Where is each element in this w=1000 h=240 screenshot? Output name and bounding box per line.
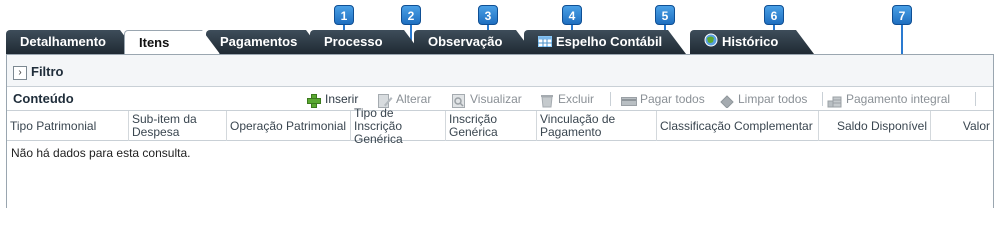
tab-detalhamento[interactable]: Detalhamento [6,30,138,54]
trash-icon [539,92,555,108]
edit-label: Alterar [396,92,432,106]
tab-itens[interactable]: Itens [124,30,220,54]
pay-all-button[interactable]: Pagar todos [621,87,705,111]
tab-pagamentos[interactable]: Pagamentos [206,30,324,54]
delete-label: Excluir [558,92,595,106]
tab-label: Detalhamento [20,34,106,49]
column-header[interactable]: Inscrição Genérica [446,111,537,141]
callout-marker-1: 1 [334,5,354,25]
callout-marker-6: 6 [764,5,784,25]
insert-label: Inserir [325,92,359,106]
clear-all-button[interactable]: Limpar todos [719,87,807,111]
view-icon [451,92,467,108]
toolbar-separator [975,92,976,106]
column-header[interactable]: Tipo de Inscrição Genérica [351,106,446,145]
tab-processo[interactable]: Processo [310,30,422,54]
eraser-icon [719,92,735,109]
column-header[interactable]: Operação Patrimonial [227,111,351,141]
tab-observacao[interactable]: Observação [414,30,534,54]
globe-icon [704,31,718,55]
insert-button[interactable]: Inserir [306,87,358,111]
column-header[interactable]: Saldo Disponível [819,111,931,141]
tab-label: Espelho Contábil [556,34,663,49]
callout-marker-5: 5 [655,5,675,25]
coins-icon [827,92,843,108]
plus-icon [306,92,322,108]
card-icon [621,92,637,106]
callout-marker-7: 7 [892,5,912,25]
tab-label: Itens [139,35,170,50]
items-panel: › Filtro Conteúdo Inserir Alterar Visual… [6,54,994,208]
tab-label: Pagamentos [220,34,298,49]
content-title: Conteúdo [13,91,74,106]
tab-label: Processo [324,34,383,49]
clear-all-label: Limpar todos [738,92,808,106]
full-payment-label: Pagamento integral [846,92,951,106]
callout-marker-4: 4 [562,5,582,25]
tab-espelho-contabil[interactable]: Espelho Contábil [524,30,686,54]
filter-label[interactable]: Filtro [31,64,64,79]
tab-label: Histórico [722,34,779,49]
column-header[interactable]: Classificação Complementar [657,111,819,141]
table-icon [538,31,552,55]
disclosure-arrow-icon[interactable]: › [13,66,27,80]
empty-table-message: Não há dados para esta consulta. [11,146,191,160]
pay-all-label: Pagar todos [640,92,705,106]
callout-marker-2: 2 [401,5,421,25]
full-payment-button[interactable]: Pagamento integral [827,87,950,111]
filter-bar: › Filtro [7,55,993,87]
column-header[interactable]: Vinculação de Pagamento [537,111,657,141]
tab-historico[interactable]: Histórico [690,30,814,54]
column-header[interactable]: Tipo Patrimonial [7,111,129,141]
view-label: Visualizar [470,92,522,106]
view-button[interactable]: Visualizar [451,87,522,111]
column-header[interactable]: Valor [931,111,993,141]
delete-button[interactable]: Excluir [539,87,594,111]
callout-marker-3: 3 [478,5,498,25]
column-header[interactable]: Sub-item da Despesa [129,111,227,141]
toolbar-separator [610,92,611,106]
toolbar-separator [822,92,823,106]
content-toolbar: Conteúdo Inserir Alterar Visualizar Excl… [7,87,993,111]
tab-label: Observação [428,34,503,49]
table-header: Tipo Patrimonial Sub-item da Despesa Ope… [7,106,993,145]
edit-icon [377,92,393,108]
